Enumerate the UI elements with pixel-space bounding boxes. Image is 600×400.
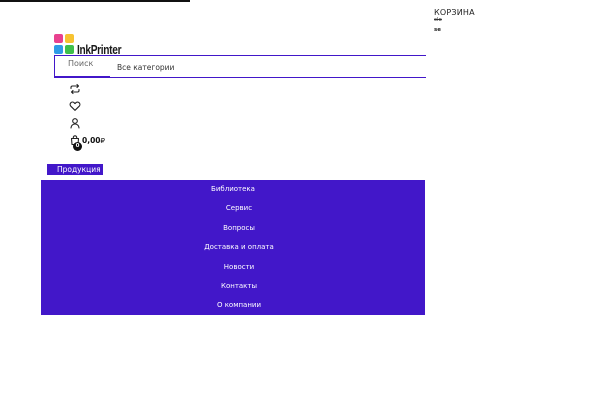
cart-panel-title: КОРЗИНА xyxy=(434,8,475,17)
heart-icon[interactable] xyxy=(69,100,81,112)
cart-close-link[interactable]: clo xyxy=(434,17,442,23)
cart-count-badge: 0 xyxy=(73,142,82,151)
top-rule xyxy=(0,0,190,2)
products-menu-tab[interactable]: Продукция xyxy=(47,164,103,175)
logo-square-pink xyxy=(54,34,63,43)
cart-total[interactable]: 0,00₽ xyxy=(82,136,105,145)
search-underline xyxy=(54,77,426,78)
search-form: Все категории xyxy=(54,55,426,77)
menu-item-about[interactable]: О компании xyxy=(47,300,431,310)
menu-item-news[interactable]: Новости xyxy=(47,262,431,272)
menu-item-contacts[interactable]: Контакты xyxy=(47,281,431,291)
site-logo[interactable]: InkPrinter xyxy=(54,34,134,56)
category-select[interactable]: Все категории xyxy=(110,59,426,77)
cart-close-link-tail[interactable]: se xyxy=(434,27,441,33)
logo-square-blue xyxy=(54,45,63,54)
menu-item-faq[interactable]: Вопросы xyxy=(47,223,431,233)
cart-total-amount: 0,00 xyxy=(82,136,101,145)
compare-icon[interactable] xyxy=(69,83,81,95)
main-menu: Библиотека Сервис Вопросы Доставка и опл… xyxy=(41,180,425,315)
logo-square-green xyxy=(65,45,74,54)
menu-item-library[interactable]: Библиотека xyxy=(41,184,425,194)
logo-square-yellow xyxy=(65,34,74,43)
logo-mark xyxy=(54,34,75,56)
menu-item-delivery[interactable]: Доставка и оплата xyxy=(47,242,431,252)
user-icon[interactable] xyxy=(69,117,81,129)
cart-currency: ₽ xyxy=(100,137,105,145)
menu-item-service[interactable]: Сервис xyxy=(47,203,431,213)
